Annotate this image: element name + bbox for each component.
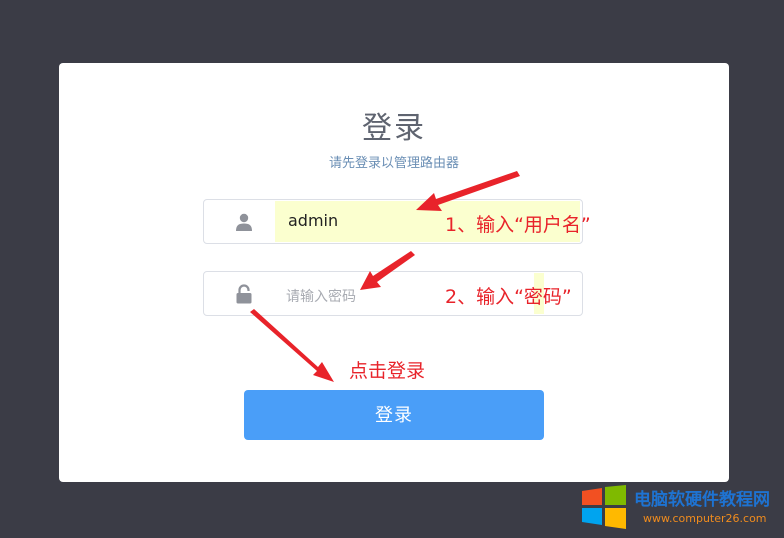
windows-logo-icon	[582, 485, 626, 529]
page-title: 登录	[362, 111, 426, 146]
username-input-value[interactable]: admin	[288, 211, 338, 230]
page-subtitle: 请先登录以管理路由器	[328, 156, 459, 171]
watermark-name: 电脑软硬件教程网	[634, 490, 770, 510]
watermark: 电脑软硬件教程网 www.computer26.com	[580, 482, 780, 532]
login-card: 登录 请先登录以管理路由器 admin 请输入密码 1、输入“用户名” 2、输入…	[59, 63, 729, 482]
password-input-placeholder[interactable]: 请输入密码	[286, 286, 356, 306]
annotation-step-3: 点击登录	[349, 360, 426, 382]
watermark-url: www.computer26.com	[643, 512, 767, 525]
user-icon	[236, 213, 252, 231]
lock-icon	[236, 284, 252, 304]
annotation-step-1: 1、输入“用户名”	[445, 214, 591, 236]
login-button[interactable]: 登录	[244, 390, 544, 440]
annotation-step-2: 2、输入“密码”	[445, 286, 572, 308]
